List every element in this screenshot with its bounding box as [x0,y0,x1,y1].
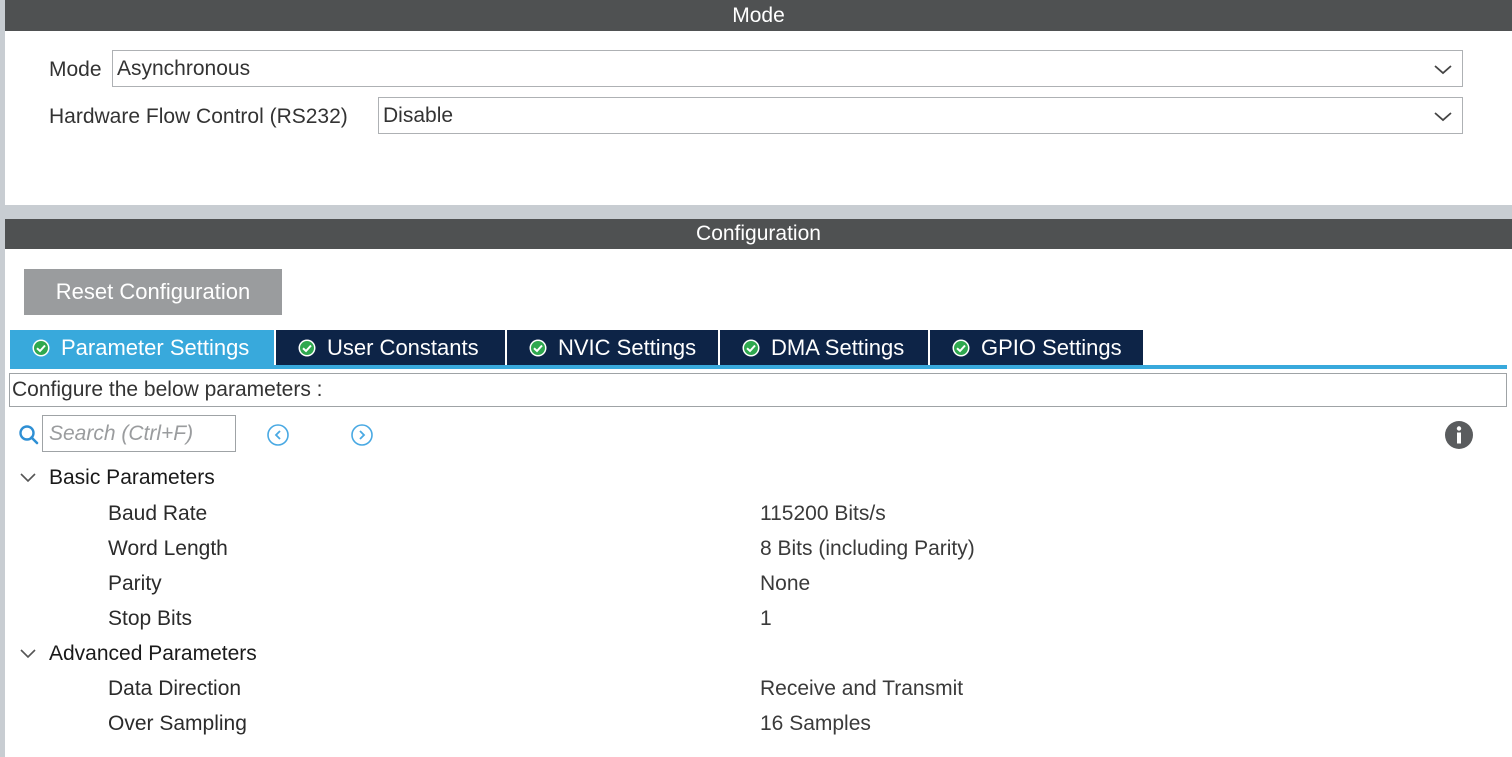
mode-section-header: Mode [5,0,1512,31]
tab-dma-settings[interactable]: DMA Settings [720,330,928,365]
tab-user-constants[interactable]: User Constants [276,330,505,365]
mode-label: Mode [49,58,102,81]
mode-select[interactable]: Asynchronous [112,50,1463,87]
flow-control-select[interactable]: Disable [378,97,1463,134]
tab-label: Parameter Settings [61,334,250,360]
reset-configuration-label: Reset Configuration [55,279,251,304]
parameters-description-text: Configure the below parameters : [12,378,323,401]
group-advanced-parameters[interactable]: Advanced Parameters [49,642,257,666]
search-icon[interactable] [18,424,40,446]
chevron-down-icon[interactable] [19,472,37,484]
tab-label: User Constants [327,334,479,360]
section-divider [5,205,1512,219]
chevron-left-circle-icon[interactable] [266,423,290,447]
check-circle-icon [32,339,50,356]
config-section-title: Configuration [696,222,821,245]
tab-label: NVIC Settings [558,334,697,360]
param-name-word-length[interactable]: Word Length [108,537,228,561]
check-circle-icon [742,339,760,356]
check-circle-icon [952,339,970,356]
chevron-down-icon [1434,112,1452,122]
param-value-word-length[interactable]: 8 Bits (including Parity) [760,537,975,561]
param-value-stop-bits[interactable]: 1 [760,607,772,631]
search-input[interactable] [42,415,236,452]
group-basic-parameters[interactable]: Basic Parameters [49,466,215,490]
param-value-baud-rate[interactable]: 115200 Bits/s [760,502,886,526]
config-section-header: Configuration [5,219,1512,249]
chevron-down-icon[interactable] [19,648,37,660]
mode-section-title: Mode [732,3,785,27]
check-circle-icon [298,339,316,356]
tab-label: GPIO Settings [981,334,1122,360]
tab-parameter-settings[interactable]: Parameter Settings [10,330,274,365]
param-name-over-sampling[interactable]: Over Sampling [108,712,247,736]
param-name-stop-bits[interactable]: Stop Bits [108,607,192,631]
param-name-data-direction[interactable]: Data Direction [108,677,241,701]
flow-control-label: Hardware Flow Control (RS232) [49,105,348,128]
parameters-description: Configure the below parameters : [9,373,1507,407]
info-icon[interactable] [1444,420,1474,450]
tab-gpio-settings[interactable]: GPIO Settings [930,330,1143,365]
tab-nvic-settings[interactable]: NVIC Settings [507,330,718,365]
tab-underline [10,365,1507,369]
flow-control-select-value: Disable [383,103,454,127]
check-circle-icon [529,339,547,356]
chevron-down-icon [1434,65,1452,75]
chevron-right-circle-icon[interactable] [350,423,374,447]
reset-configuration-button[interactable]: Reset Configuration [24,269,282,315]
param-value-over-sampling[interactable]: 16 Samples [760,712,871,736]
tab-label: DMA Settings [771,334,905,360]
param-value-parity[interactable]: None [760,572,810,596]
param-value-data-direction[interactable]: Receive and Transmit [760,677,963,701]
mode-select-value: Asynchronous [117,56,251,80]
param-name-baud-rate[interactable]: Baud Rate [108,502,207,526]
param-name-parity[interactable]: Parity [108,572,162,596]
